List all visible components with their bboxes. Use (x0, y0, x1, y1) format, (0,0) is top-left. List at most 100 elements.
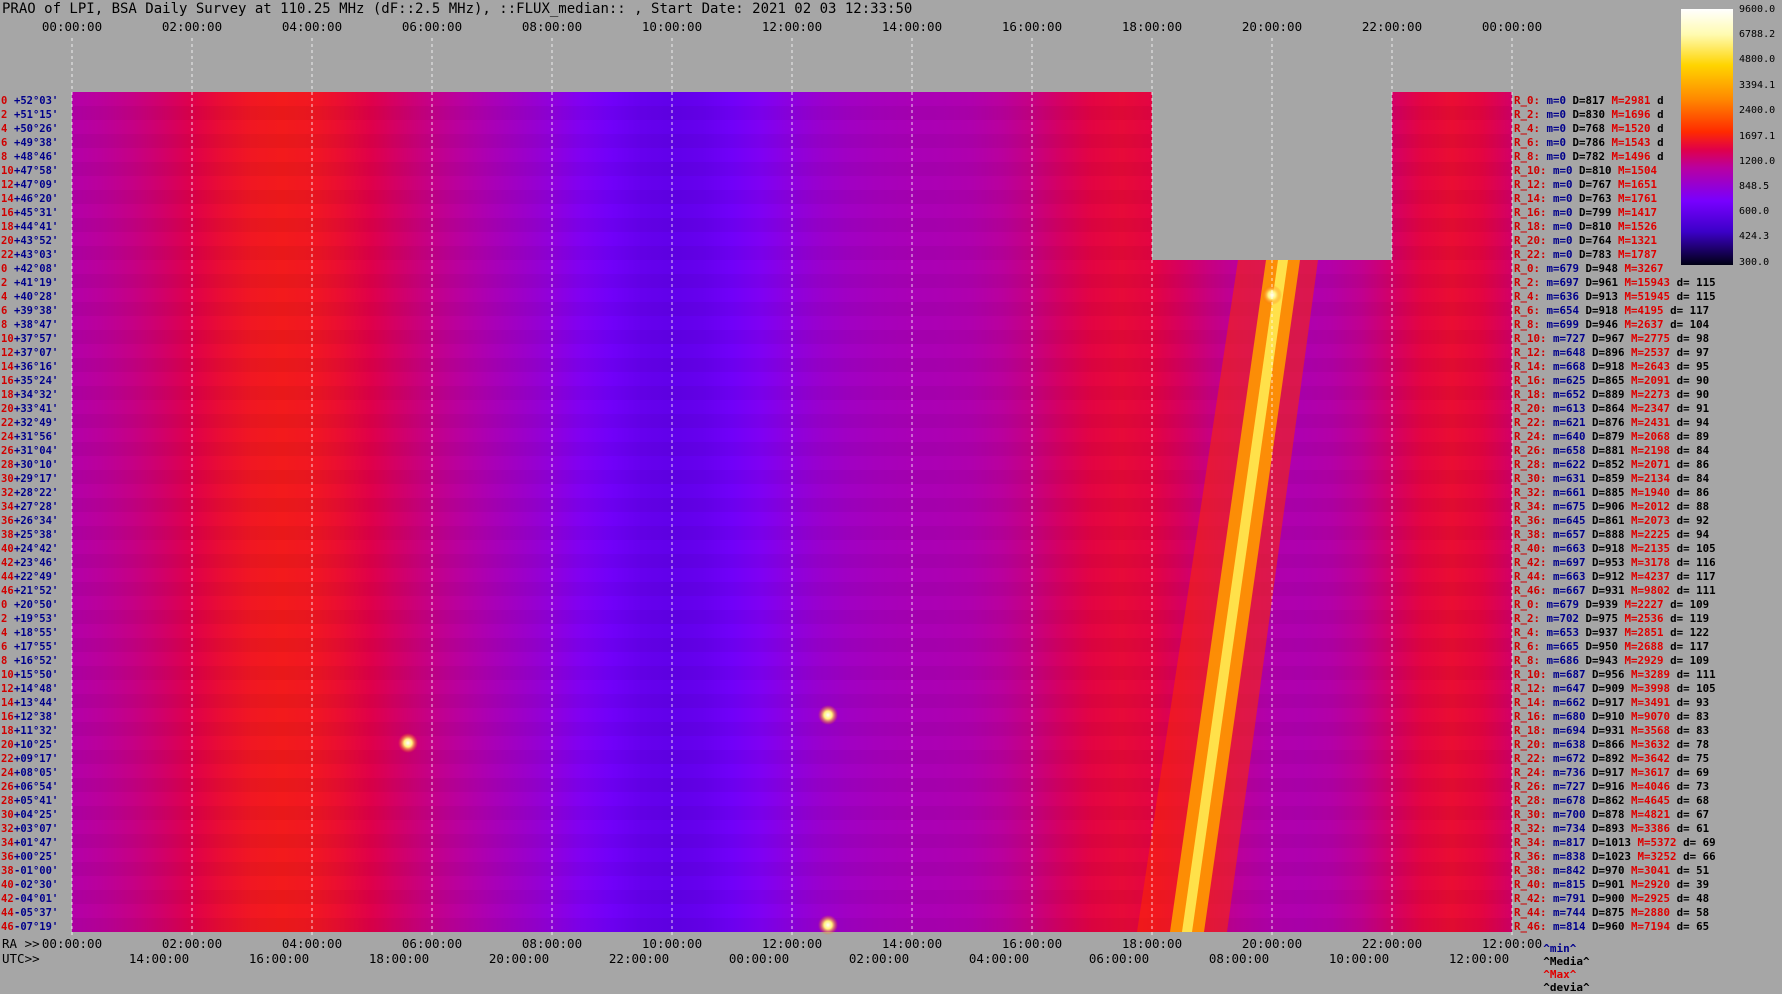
stat-d: d= 111 (1677, 584, 1716, 597)
stat-M: M=5372 (1638, 836, 1684, 849)
stat-d: d= 86 (1677, 458, 1710, 471)
declination-label: +23°46' (14, 557, 58, 569)
row-index: 20 (1, 235, 14, 247)
stat-D: D=961 (1586, 276, 1625, 289)
stat-d: d= 69 (1683, 836, 1716, 849)
stat-M: M=2135 (1631, 542, 1677, 555)
declination-label: +24°42' (14, 543, 58, 555)
stat-r: R_18: (1514, 724, 1553, 737)
stat-m: m=694 (1553, 724, 1592, 737)
declination-label: +44°41' (14, 221, 58, 233)
stat-M: M=3041 (1631, 864, 1677, 877)
stat-r: R_36: (1514, 514, 1553, 527)
declination-label: +18°55' (14, 627, 58, 639)
bottom-utc-tick: 18:00:00 (369, 951, 429, 966)
declination-label: +28°22' (14, 487, 58, 499)
stat-M: M=3617 (1631, 766, 1677, 779)
stat-m: m=744 (1553, 906, 1592, 919)
row-stats: R_10: m=687 D=956 M=3289 d= 111 (1514, 668, 1716, 681)
row-stats: R_38: m=657 D=888 M=2225 d= 94 (1514, 528, 1710, 541)
row-stats: R_24: m=640 D=879 M=2068 d= 89 (1514, 430, 1709, 443)
stat-m: m=631 (1553, 472, 1592, 485)
stat-r: R_42: (1514, 892, 1553, 905)
row-stats: R_22: m=672 D=892 M=3642 d= 75 (1514, 752, 1709, 765)
row-stats: R_2: m=697 D=961 M=15943 d= 115 (1514, 276, 1716, 289)
stat-D: D=918 (1592, 542, 1631, 555)
top-utc-tick: 16:00:00 (1002, 19, 1062, 34)
stat-D: D=918 (1592, 360, 1631, 373)
stat-D: D=786 (1573, 136, 1612, 149)
top-utc-tick: 12:00:00 (762, 19, 822, 34)
stat-D: D=939 (1586, 598, 1625, 611)
stat-D: D=943 (1586, 654, 1625, 667)
top-utc-tick: 08:00:00 (522, 19, 582, 34)
bottom-utc-tick: 04:00:00 (969, 951, 1029, 966)
stat-m: m=621 (1553, 416, 1592, 429)
stat-M: M=3386 (1631, 822, 1677, 835)
stat-D: D=817 (1573, 94, 1612, 107)
stat-d: d= 67 (1677, 808, 1710, 821)
row-stats: R_28: m=622 D=852 M=2071 d= 86 (1514, 458, 1709, 471)
row-stats: R_24: m=736 D=917 M=3617 d= 69 (1514, 766, 1709, 779)
stat-r: R_30: (1514, 808, 1553, 821)
stat-d: d= 91 (1677, 402, 1710, 415)
bottom-utc-tick: 06:00:00 (1089, 951, 1149, 966)
stat-r: R_4: (1514, 290, 1547, 303)
stat-r: R_6: (1514, 304, 1547, 317)
stat-r: R_26: (1514, 780, 1553, 793)
row-stats: R_4: m=653 D=937 M=2851 d= 122 (1514, 626, 1709, 639)
bottom-ra-tick: 02:00:00 (162, 936, 222, 951)
row-stats: R_8: m=686 D=943 M=2929 d= 109 (1514, 654, 1709, 667)
bottom-utc-tick: 22:00:00 (609, 951, 669, 966)
row-index: 20 (1, 739, 14, 751)
bottom-ra-tick: 12:00:00 (762, 936, 822, 951)
stat-m: m=662 (1553, 696, 1592, 709)
row-stats: R_20: m=638 D=866 M=3632 d= 78 (1514, 738, 1709, 751)
stat-m: m=687 (1553, 668, 1592, 681)
stat-r: R_38: (1514, 528, 1553, 541)
declination-label: +04°25' (14, 809, 58, 821)
row-index: 22 (1, 249, 14, 261)
stat-r: R_22: (1514, 416, 1553, 429)
stat-r: R_10: (1514, 668, 1553, 681)
stat-r: R_44: (1514, 906, 1553, 919)
bottom-ra-tick: 06:00:00 (402, 936, 462, 951)
stat-d: d= 68 (1677, 794, 1710, 807)
stat-m: m=0 (1553, 178, 1579, 191)
stat-r: R_22: (1514, 752, 1553, 765)
stat-D: D=799 (1579, 206, 1618, 219)
stat-M: M=1696 (1612, 108, 1658, 121)
row-stats: R_42: m=697 D=953 M=3178 d= 116 (1514, 556, 1716, 569)
row-index: 12 (1, 683, 14, 695)
stat-M: M=1417 (1618, 206, 1657, 219)
legend-footer: ^min^ ^Media^ ^Max^ ^devia^ (1530, 929, 1589, 994)
stat-M: M=7194 (1631, 920, 1677, 933)
row-index: 46 (1, 585, 14, 597)
stat-d: d= 61 (1677, 822, 1710, 835)
stat-m: m=0 (1553, 192, 1579, 205)
stat-d: d= 69 (1677, 766, 1710, 779)
stat-r: R_28: (1514, 458, 1553, 471)
declination-label: +29°17' (14, 473, 58, 485)
stat-M: M=2012 (1631, 500, 1677, 513)
row-stats: R_0: m=0 D=817 M=2981 d (1514, 94, 1664, 107)
row-stats: R_8: m=0 D=782 M=1496 d (1514, 150, 1664, 163)
row-stats: R_42: m=791 D=900 M=2925 d= 48 (1514, 892, 1709, 905)
declination-label: +52°03' (14, 95, 58, 107)
row-stats: R_18: m=694 D=931 M=3568 d= 83 (1514, 724, 1709, 737)
stat-D: D=889 (1592, 388, 1631, 401)
row-stats: R_0: m=679 D=939 M=2227 d= 109 (1514, 598, 1709, 611)
row-stats: R_34: m=817 D=1013 M=5372 d= 69 (1514, 836, 1716, 849)
stat-M: M=9802 (1631, 584, 1677, 597)
stat-M: M=2920 (1631, 878, 1677, 891)
stat-D: D=888 (1592, 528, 1631, 541)
row-index: 10 (1, 669, 14, 681)
bottom-ra-tick: 04:00:00 (282, 936, 342, 951)
point-source (398, 733, 418, 753)
stat-D: D=1013 (1592, 836, 1638, 849)
stat-d: d= 39 (1677, 878, 1710, 891)
row-index: 32 (1, 487, 14, 499)
stat-d: d= 98 (1677, 332, 1710, 345)
stat-d: d= 66 (1683, 850, 1716, 863)
stat-D: D=967 (1592, 332, 1631, 345)
